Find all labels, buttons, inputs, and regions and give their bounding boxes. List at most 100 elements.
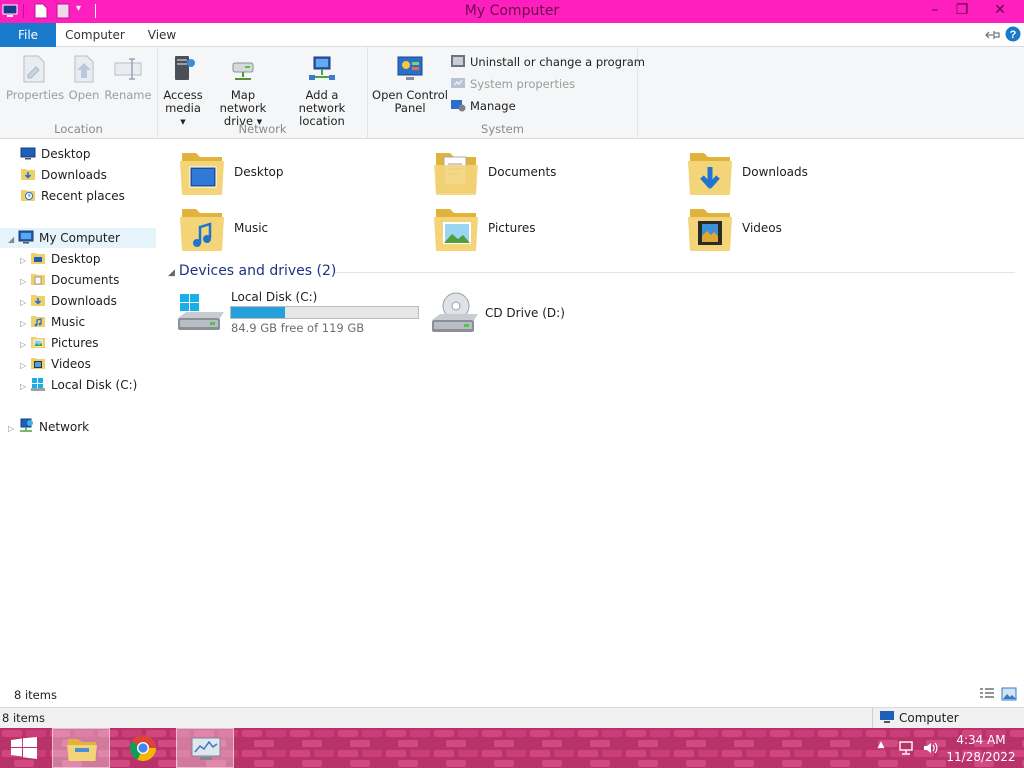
nav-computer-downloads[interactable]: ▷ Downloads — [20, 291, 117, 311]
disk-usage-bar — [230, 306, 419, 319]
ribbon: Properties Open Rename Location Access m… — [0, 47, 1024, 139]
network-icon — [20, 418, 33, 432]
nav-computer-pictures[interactable]: ▷ Pictures — [20, 333, 99, 353]
downloads-folder-icon — [688, 153, 732, 195]
nav-computer-desktop[interactable]: ▷ Desktop — [20, 249, 101, 269]
nav-my-computer[interactable]: ◢ My Computer — [0, 228, 156, 248]
expanded-arrow-icon[interactable]: ◢ — [8, 230, 18, 250]
folder-desktop[interactable]: Desktop — [178, 147, 418, 199]
add-network-location-button[interactable]: Add a network location — [282, 53, 362, 128]
navigation-pane: Desktop Downloads Recent places ◢ My Comp… — [0, 140, 160, 685]
nav-computer-documents[interactable]: ▷ Documents — [20, 270, 119, 290]
nav-label: Desktop — [41, 147, 91, 161]
collapsed-arrow-icon[interactable]: ▷ — [20, 356, 30, 376]
show-hidden-icons-button[interactable]: ▲ — [874, 740, 888, 750]
access-media-label-1: Access — [163, 88, 203, 102]
collapse-arrow-icon[interactable]: ◢ — [168, 268, 175, 278]
downloads-folder-icon — [31, 295, 45, 306]
monitor-icon — [191, 737, 221, 760]
tab-view[interactable]: View — [136, 23, 188, 47]
properties-icon — [23, 55, 45, 83]
ribbon-tabs: File Computer View ? — [0, 23, 1024, 47]
window-status-bar: 8 items Computer — [0, 707, 1024, 728]
folder-label: Downloads — [742, 165, 808, 179]
rename-icon — [114, 58, 142, 80]
downloads-folder-icon — [21, 169, 35, 180]
clock-date[interactable]: 11/28/2022 — [945, 750, 1017, 764]
cd-drive-icon — [432, 292, 478, 332]
desktop-icon — [20, 147, 36, 160]
folder-label: Desktop — [234, 165, 284, 179]
properties-button[interactable]: Properties — [6, 53, 64, 102]
collapsed-arrow-icon[interactable]: ▷ — [20, 377, 30, 397]
window-title: My Computer — [464, 3, 560, 19]
collapsed-arrow-icon[interactable]: ▷ — [20, 293, 30, 313]
network-status-icon[interactable] — [898, 740, 914, 756]
nav-label: Documents — [51, 273, 120, 287]
nav-computer-videos[interactable]: ▷ Videos — [20, 354, 91, 374]
documents-folder-icon — [434, 153, 478, 195]
taskbar-chrome[interactable] — [116, 728, 174, 768]
disk-usage-fill — [231, 307, 285, 318]
nav-network[interactable]: ▷ Network — [8, 417, 89, 437]
nav-computer-music[interactable]: ▷ Music — [20, 312, 85, 332]
close-button[interactable]: ✕ — [985, 0, 1015, 22]
open-button[interactable]: Open — [66, 53, 102, 102]
drive-label: CD Drive (D:) — [485, 306, 565, 320]
windows-logo-icon — [11, 737, 37, 759]
nav-favorite-recent-places[interactable]: Recent places — [20, 186, 125, 206]
uninstall-program-button[interactable]: Uninstall or change a program — [450, 53, 645, 71]
documents-folder-icon — [31, 274, 45, 285]
help-icon[interactable]: ? — [1005, 26, 1021, 42]
map-drive-label-1: Map network — [219, 88, 267, 115]
volume-icon[interactable] — [922, 740, 938, 756]
drive-local-disk[interactable]: Local Disk (C:) 84.9 GB free of 119 GB — [176, 288, 446, 348]
folder-downloads[interactable]: Downloads — [686, 147, 926, 199]
devices-section-header[interactable]: ◢ Devices and drives (2) — [168, 263, 336, 279]
nav-label: Downloads — [51, 294, 117, 308]
minimize-button[interactable]: – — [920, 0, 950, 22]
folder-pictures[interactable]: Pictures — [432, 203, 672, 255]
nav-label: Network — [39, 420, 90, 434]
collapsed-arrow-icon[interactable]: ▷ — [20, 314, 30, 334]
zone-label: Computer — [899, 711, 959, 725]
nav-favorite-downloads[interactable]: Downloads — [20, 165, 107, 185]
collapsed-arrow-icon[interactable]: ▷ — [8, 419, 18, 439]
group-label-location: Location — [54, 122, 103, 136]
title-bar: ▾ My Computer – ❐ ✕ — [0, 0, 1024, 23]
clock-time[interactable]: 4:34 AM — [945, 733, 1017, 747]
manage-button[interactable]: Manage — [450, 97, 516, 115]
system-properties-button[interactable]: System properties — [450, 75, 575, 93]
pin-ribbon-icon[interactable] — [984, 28, 1000, 42]
tab-computer[interactable]: Computer — [58, 23, 132, 47]
start-button[interactable] — [0, 728, 58, 768]
access-media-label-2: media — [165, 101, 201, 115]
taskbar-system-monitor[interactable] — [176, 728, 234, 768]
open-control-panel-button[interactable]: Open Control Panel — [372, 53, 448, 115]
details-view-icon[interactable] — [979, 687, 995, 701]
network-drive-icon — [232, 62, 254, 80]
maximize-button[interactable]: ❐ — [947, 0, 977, 22]
nav-computer-local-disk[interactable]: ▷ Local Disk (C:) — [20, 375, 137, 395]
tab-file[interactable]: File — [0, 23, 56, 47]
collapsed-arrow-icon[interactable]: ▷ — [20, 251, 30, 271]
nav-favorite-desktop[interactable]: Desktop — [20, 144, 91, 164]
large-icons-view-icon[interactable] — [1001, 687, 1017, 701]
taskbar-file-explorer[interactable] — [52, 728, 110, 768]
map-network-drive-button[interactable]: Map network drive ▼ — [208, 53, 278, 129]
folder-music[interactable]: Music — [178, 203, 418, 255]
control-panel-label-2: Panel — [394, 101, 426, 115]
taskbar: ▲ 4:34 AM 11/28/2022 — [0, 728, 1024, 768]
pictures-folder-icon — [31, 337, 45, 348]
folder-videos[interactable]: Videos — [686, 203, 926, 255]
folder-documents[interactable]: Documents — [432, 147, 672, 199]
collapsed-arrow-icon[interactable]: ▷ — [20, 335, 30, 355]
collapsed-arrow-icon[interactable]: ▷ — [20, 272, 30, 292]
music-folder-icon — [31, 316, 45, 327]
rename-button[interactable]: Rename — [104, 53, 152, 102]
group-label-network: Network — [238, 122, 287, 136]
section-divider — [335, 272, 1015, 273]
add-location-label-1: Add a network — [298, 88, 346, 115]
access-media-button[interactable]: Access media ▼ — [162, 53, 204, 129]
drive-cd[interactable]: CD Drive (D:) — [430, 288, 670, 348]
